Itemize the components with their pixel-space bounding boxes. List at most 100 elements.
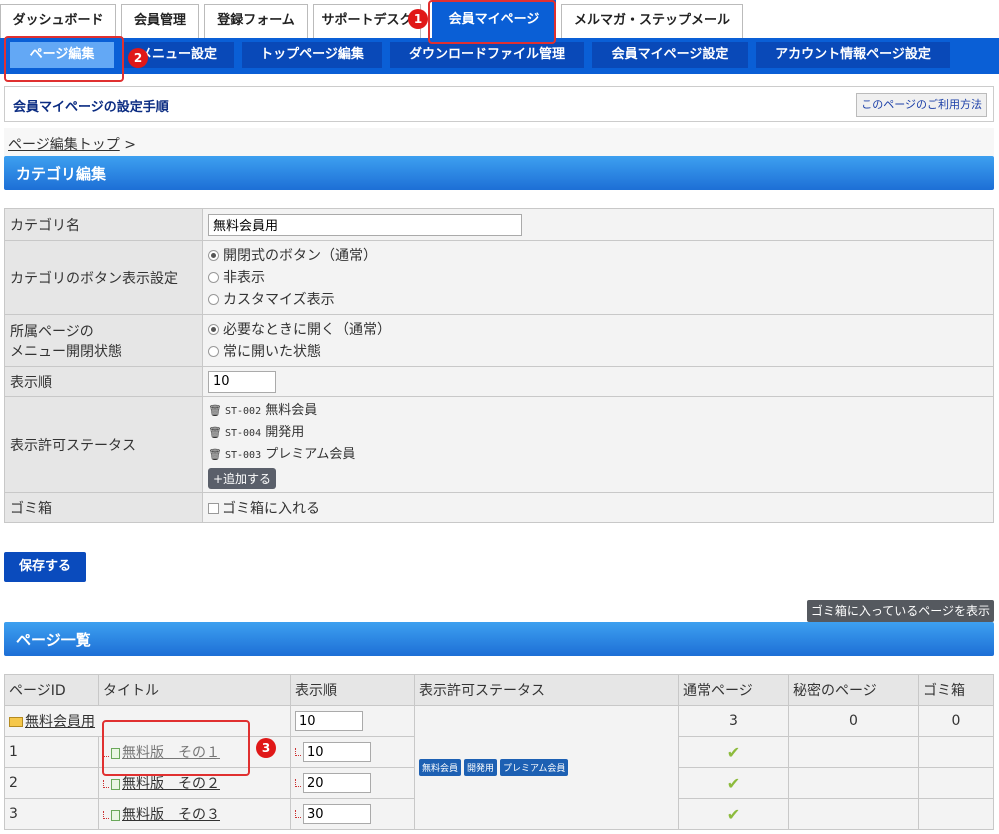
trash-cell <box>918 736 994 768</box>
status-name: 開発用 <box>265 425 305 440</box>
add-status-button[interactable]: +追加する <box>208 468 277 489</box>
secret-cell <box>788 798 919 830</box>
display-order-input[interactable] <box>208 370 276 393</box>
trash-label: ゴミ箱 <box>4 492 203 523</box>
trash-icon[interactable]: 🗑 <box>208 448 222 461</box>
col-secret-page: 秘密のページ <box>788 674 919 706</box>
status-item: 🗑 ST-004 開発用 <box>208 422 988 444</box>
button-option-open-close[interactable]: 開閉式のボタン（通常） <box>208 245 988 267</box>
page-id: 2 <box>4 767 99 799</box>
setup-guide-box: 会員マイページの設定手順 このページのご利用方法 <box>4 86 994 122</box>
check-icon: ✔ <box>726 804 741 824</box>
secret-cell <box>788 736 919 768</box>
status-name: プレミアム会員 <box>265 447 356 462</box>
secret-cell <box>788 767 919 799</box>
section-category-edit: カテゴリ編集 <box>4 156 994 190</box>
subnav-mypage-settings[interactable]: 会員マイページ設定 <box>592 42 748 68</box>
option-label: 非表示 <box>223 269 265 286</box>
secret-count: 0 <box>788 705 919 737</box>
trash-icon[interactable]: 🗑 <box>208 426 222 439</box>
status-code: ST-003 <box>224 450 262 461</box>
menu-state-label-line2: メニュー開閉状態 <box>10 343 122 360</box>
callout-highlight-2 <box>4 36 124 82</box>
page-title-link[interactable]: 無料版 その２ <box>122 776 220 792</box>
trash-checkbox[interactable] <box>208 503 219 514</box>
status-tag: 無料会員 <box>419 759 462 776</box>
trash-option-label: ゴミ箱に入れる <box>222 500 320 517</box>
status-tags-cell: 無料会員 開発用 プレミアム会員 <box>414 705 679 830</box>
breadcrumb: ページ編集トップ > <box>4 128 994 156</box>
trash-count: 0 <box>918 705 994 737</box>
tree-branch-icon <box>295 809 301 818</box>
button-option-custom[interactable]: カスタマイズ表示 <box>208 289 988 311</box>
menu-state-label-line1: 所属ページの <box>10 323 94 340</box>
button-option-hidden[interactable]: 非表示 <box>208 267 988 289</box>
page-order-input[interactable] <box>303 804 371 824</box>
status-name: 無料会員 <box>265 403 318 418</box>
menu-state-label: 所属ページのメニュー開閉状態 <box>4 314 203 367</box>
status-tag: プレミアム会員 <box>500 759 569 776</box>
setup-title[interactable]: 会員マイページの設定手順 <box>13 96 169 115</box>
callout-highlight-3 <box>102 720 250 776</box>
callout-badge-2: 2 <box>128 48 148 68</box>
save-button[interactable]: 保存する <box>4 552 86 582</box>
col-trash: ゴミ箱 <box>918 674 994 706</box>
radio-checked-icon[interactable] <box>208 250 219 261</box>
callout-badge-3: 3 <box>256 738 276 758</box>
tree-branch-icon <box>295 778 301 787</box>
trash-icon[interactable]: 🗑 <box>208 404 222 417</box>
category-name-input[interactable] <box>208 213 522 236</box>
normal-count: 3 <box>678 705 789 737</box>
category-form: カテゴリ名 カテゴリのボタン表示設定 開閉式のボタン（通常） 非表示 カスタマイ… <box>4 208 994 523</box>
radio-icon[interactable] <box>208 272 219 283</box>
page-order-input[interactable] <box>303 773 371 793</box>
status-item: 🗑 ST-002 無料会員 <box>208 400 988 422</box>
check-icon: ✔ <box>726 773 741 793</box>
option-label: カスタマイズ表示 <box>223 291 335 308</box>
show-trash-pages-button[interactable]: ゴミ箱に入っているページを表示 <box>806 600 994 622</box>
radio-icon[interactable] <box>208 294 219 305</box>
page-icon <box>111 809 120 821</box>
tree-branch-icon <box>295 747 301 756</box>
radio-checked-icon[interactable] <box>208 324 219 335</box>
breadcrumb-page-edit-top[interactable]: ページ編集トップ <box>8 137 120 153</box>
category-order-input[interactable] <box>295 711 363 731</box>
section-page-list: ページ一覧 <box>4 622 994 656</box>
col-order: 表示順 <box>290 674 415 706</box>
breadcrumb-separator: > <box>124 137 136 153</box>
tab-member-management[interactable]: 会員管理 <box>121 4 199 38</box>
status-label: 表示許可ステータス <box>4 396 203 493</box>
status-code: ST-004 <box>224 428 262 439</box>
trash-cell <box>918 798 994 830</box>
tree-branch-icon <box>103 811 109 819</box>
subnav-account-settings[interactable]: アカウント情報ページ設定 <box>756 42 950 68</box>
category-link[interactable]: 無料会員用 <box>25 714 95 730</box>
option-label: 開閉式のボタン（通常） <box>223 247 377 264</box>
option-label: 必要なときに開く（通常） <box>223 321 391 338</box>
subnav-download-files[interactable]: ダウンロードファイル管理 <box>390 42 584 68</box>
button-display-label: カテゴリのボタン表示設定 <box>4 240 203 315</box>
page-id: 3 <box>4 798 99 830</box>
tab-support-desk[interactable]: サポートデスク <box>313 4 421 38</box>
page-order-input[interactable] <box>303 742 371 762</box>
col-title: タイトル <box>98 674 291 706</box>
status-item: 🗑 ST-003 プレミアム会員 <box>208 444 988 466</box>
page-icon <box>111 778 120 790</box>
menu-option-always-open[interactable]: 常に開いた状態 <box>208 341 988 363</box>
tab-mailmagazine[interactable]: メルマガ・ステップメール <box>561 4 743 38</box>
folder-icon <box>9 717 23 727</box>
callout-badge-1: 1 <box>408 9 428 29</box>
page-title-link[interactable]: 無料版 その３ <box>122 807 220 823</box>
col-normal-page: 通常ページ <box>678 674 789 706</box>
help-button[interactable]: このページのご利用方法 <box>856 93 987 117</box>
status-code: ST-002 <box>224 406 262 417</box>
trash-cell <box>918 767 994 799</box>
radio-icon[interactable] <box>208 346 219 357</box>
check-icon: ✔ <box>726 742 741 762</box>
subnav-top-page-edit[interactable]: トップページ編集 <box>242 42 382 68</box>
col-page-id: ページID <box>4 674 99 706</box>
tab-dashboard[interactable]: ダッシュボード <box>0 4 116 38</box>
menu-option-open-when-needed[interactable]: 必要なときに開く（通常） <box>208 319 988 341</box>
tab-registration-form[interactable]: 登録フォーム <box>204 4 308 38</box>
option-label: 常に開いた状態 <box>223 343 321 360</box>
